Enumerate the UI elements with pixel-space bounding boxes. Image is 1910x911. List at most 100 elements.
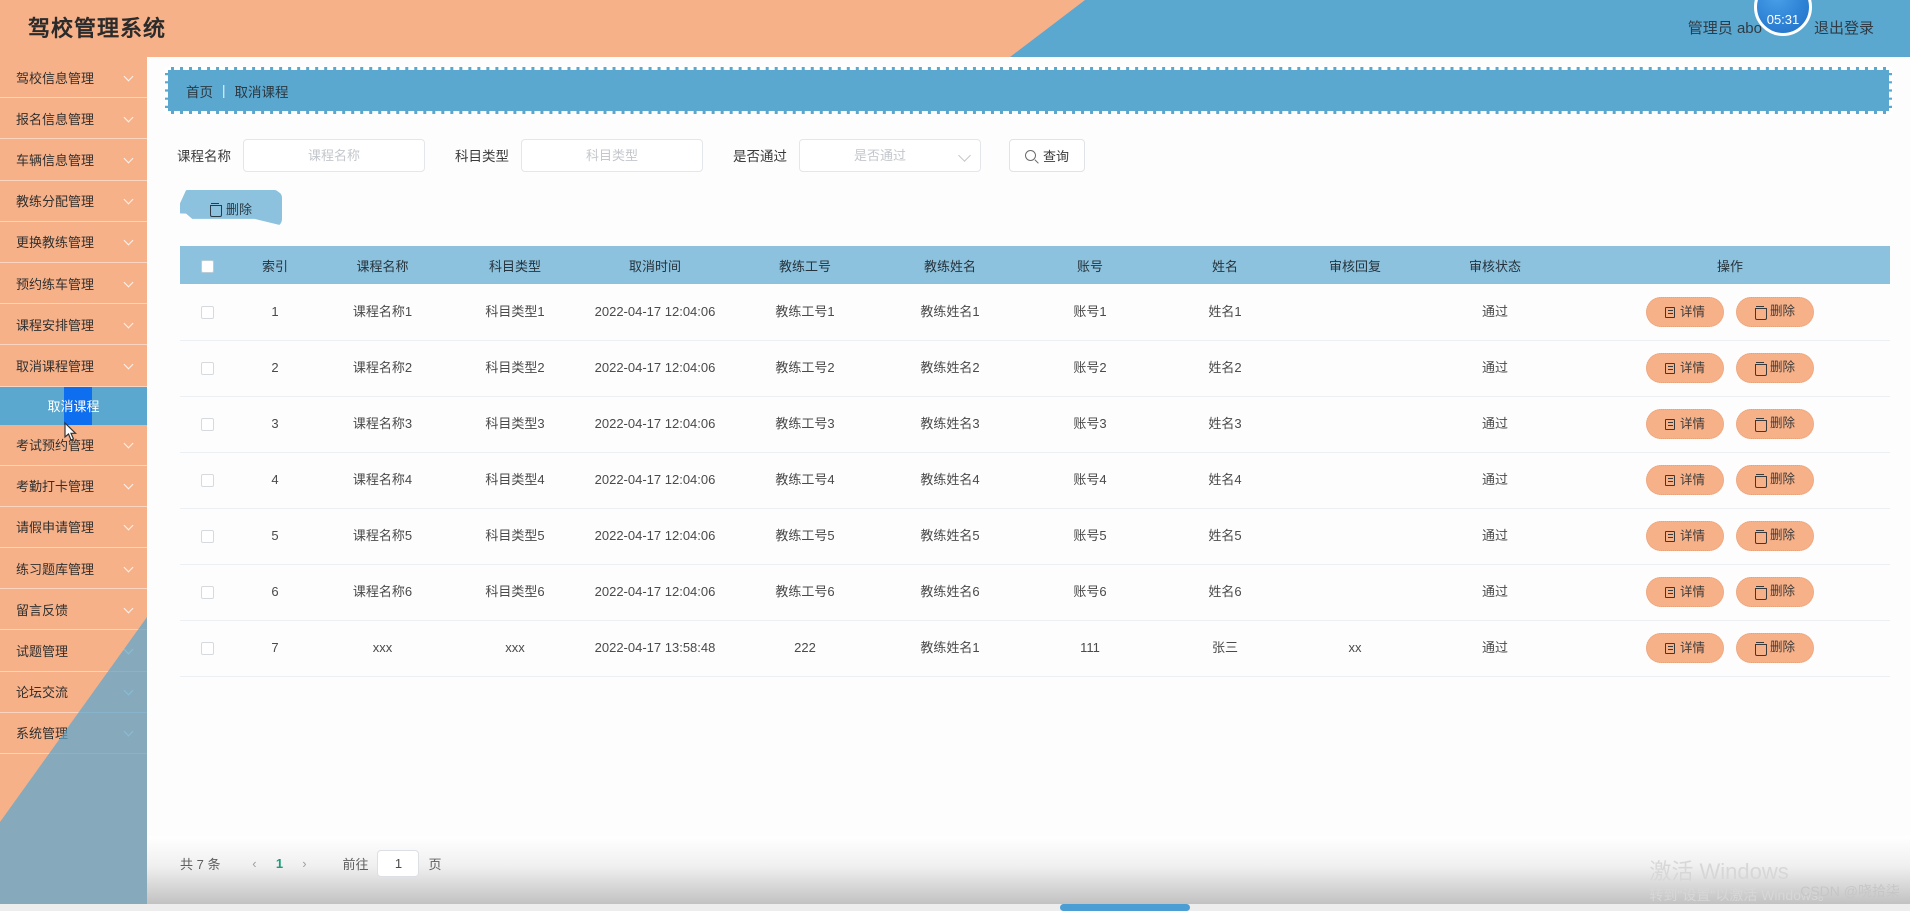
row-detail-button[interactable]: 详情 [1645, 577, 1724, 608]
row-checkbox[interactable] [201, 362, 214, 376]
sidebar-item-cancel-course-mgmt[interactable]: 取消课程管理 [0, 345, 147, 387]
query-button[interactable]: 查询 [1009, 138, 1085, 172]
col-coach-id: 教练工号 [730, 246, 880, 284]
course-name-input[interactable] [243, 138, 425, 172]
breadcrumb-current[interactable]: 取消课程 [235, 81, 289, 101]
table-row: 2 课程名称2 科目类型2 2022-04-17 12:04:06 教练工号2 教练姓名2… [180, 340, 1890, 397]
scrollbar-thumb[interactable] [1060, 904, 1190, 911]
cell-actions: 详情 删除 [1570, 564, 1890, 621]
cell-coach-name: 教练姓名2 [880, 340, 1020, 397]
cell-coach-id: 222 [730, 620, 880, 677]
breadcrumb-home[interactable]: 首页 [186, 81, 213, 101]
logout-button[interactable]: 退出登录 [1814, 0, 1874, 57]
sidebar-item-exam-booking[interactable]: 考试预约管理 [0, 425, 147, 466]
row-checkbox[interactable] [201, 418, 214, 432]
document-icon [1664, 530, 1675, 542]
row-delete-button[interactable]: 删除 [1736, 520, 1815, 551]
app-root: 驾校管理系统 管理员 abo 退出登录 05:31 驾校信息管理 报名信息管理 … [0, 0, 1910, 911]
cell-coach-id: 教练工号4 [730, 452, 880, 509]
row-detail-button[interactable]: 详情 [1645, 297, 1724, 327]
prev-page-button[interactable]: ‹ [242, 852, 266, 876]
sidebar-item-practice-booking[interactable]: 预约练车管理 [0, 263, 147, 305]
cell-coach-name: 教练姓名4 [880, 452, 1020, 509]
row-delete-label: 删除 [1770, 416, 1796, 431]
bulk-delete-button[interactable]: 删除 [180, 190, 282, 227]
cell-review-status: 通过 [1420, 396, 1570, 453]
cell-actions: 详情 删除 [1570, 508, 1890, 565]
row-delete-button[interactable]: 删除 [1736, 352, 1815, 383]
cell-coach-name: 教练姓名5 [880, 508, 1020, 565]
cell-actions: 详情 删除 [1570, 396, 1890, 453]
cell-coach-id: 教练工号6 [730, 564, 880, 621]
sidebar-item-forum[interactable]: 论坛交流 [0, 672, 147, 713]
chevron-down-icon [124, 480, 135, 491]
row-delete-button[interactable]: 删除 [1736, 632, 1815, 663]
select-all-checkbox[interactable] [201, 259, 214, 273]
cell-coach-id: 教练工号5 [730, 508, 880, 565]
cell-index: 2 [235, 340, 315, 397]
goto-suffix-label: 页 [428, 857, 442, 872]
bulk-delete-label: 删除 [225, 202, 252, 217]
cell-cancel-time: 2022-04-17 12:04:06 [580, 508, 730, 565]
sidebar-item-label: 请假申请管理 [16, 520, 95, 536]
row-checkbox[interactable] [201, 306, 214, 320]
sidebar-item-vehicle-info[interactable]: 车辆信息管理 [0, 139, 147, 181]
row-select-cell [180, 452, 235, 509]
row-delete-button[interactable]: 删除 [1736, 576, 1815, 607]
query-button-label: 查询 [1042, 148, 1069, 164]
next-page-button[interactable]: › [292, 852, 316, 876]
sidebar-item-attendance[interactable]: 考勤打卡管理 [0, 466, 147, 507]
sidebar-item-registration-info[interactable]: 报名信息管理 [0, 98, 147, 140]
col-account: 账号 [1020, 246, 1160, 284]
cell-name: 姓名6 [1160, 564, 1290, 621]
row-detail-button[interactable]: 详情 [1645, 409, 1724, 440]
sidebar-item-question-bank[interactable]: 练习题库管理 [0, 548, 147, 590]
col-review-status: 审核状态 [1420, 246, 1570, 284]
row-delete-button[interactable]: 删除 [1736, 464, 1815, 495]
row-delete-button[interactable]: 删除 [1736, 408, 1815, 439]
row-select-cell [180, 508, 235, 565]
sidebar-item-exam-questions[interactable]: 试题管理 [0, 630, 147, 672]
cell-account: 111 [1020, 620, 1160, 677]
row-select-cell [180, 284, 235, 341]
horizontal-scrollbar[interactable] [0, 904, 1910, 911]
goto-page-input[interactable] [377, 850, 420, 877]
pass-status-select[interactable] [799, 138, 981, 172]
sidebar-item-course-schedule[interactable]: 课程安排管理 [0, 304, 147, 346]
cell-subject-type: xxx [450, 620, 580, 677]
chevron-down-icon [124, 236, 135, 247]
row-checkbox[interactable] [201, 530, 214, 544]
row-detail-label: 详情 [1679, 640, 1705, 655]
sidebar-item-driving-school-info[interactable]: 驾校信息管理 [0, 57, 147, 99]
document-icon [1664, 418, 1675, 430]
cell-cancel-time: 2022-04-17 12:04:06 [580, 284, 730, 341]
cell-index: 3 [235, 396, 315, 453]
sidebar-item-leave-request[interactable]: 请假申请管理 [0, 507, 147, 549]
cell-index: 7 [235, 620, 315, 677]
sidebar-item-change-coach[interactable]: 更换教练管理 [0, 222, 147, 263]
sidebar-item-coach-assignment[interactable]: 教练分配管理 [0, 181, 147, 222]
cell-review-reply [1290, 564, 1420, 621]
chevron-down-icon [124, 154, 135, 165]
row-delete-button[interactable]: 删除 [1736, 296, 1815, 327]
sidebar-item-label: 系统管理 [16, 726, 69, 742]
chevron-down-icon [124, 645, 135, 656]
row-checkbox[interactable] [201, 586, 214, 600]
cell-actions: 详情 删除 [1570, 620, 1890, 677]
row-detail-button[interactable]: 详情 [1645, 521, 1724, 552]
row-detail-button[interactable]: 详情 [1645, 353, 1724, 384]
sidebar-item-message-feedback[interactable]: 留言反馈 [0, 589, 147, 631]
cell-name: 姓名4 [1160, 452, 1290, 509]
row-detail-button[interactable]: 详情 [1645, 465, 1724, 496]
page-number-1[interactable]: 1 [266, 856, 292, 871]
subject-type-input[interactable] [521, 138, 703, 172]
row-checkbox[interactable] [201, 474, 214, 488]
sidebar-submenu-cancel-course[interactable]: 取消课程 [0, 386, 147, 425]
row-checkbox[interactable] [201, 642, 214, 656]
cell-name: 姓名2 [1160, 340, 1290, 397]
row-detail-button[interactable]: 详情 [1645, 633, 1724, 664]
sidebar-item-system-settings[interactable]: 系统管理 [0, 713, 147, 754]
breadcrumb-separator: | [222, 83, 226, 98]
document-icon [1664, 362, 1675, 374]
trash-icon [1755, 417, 1767, 432]
